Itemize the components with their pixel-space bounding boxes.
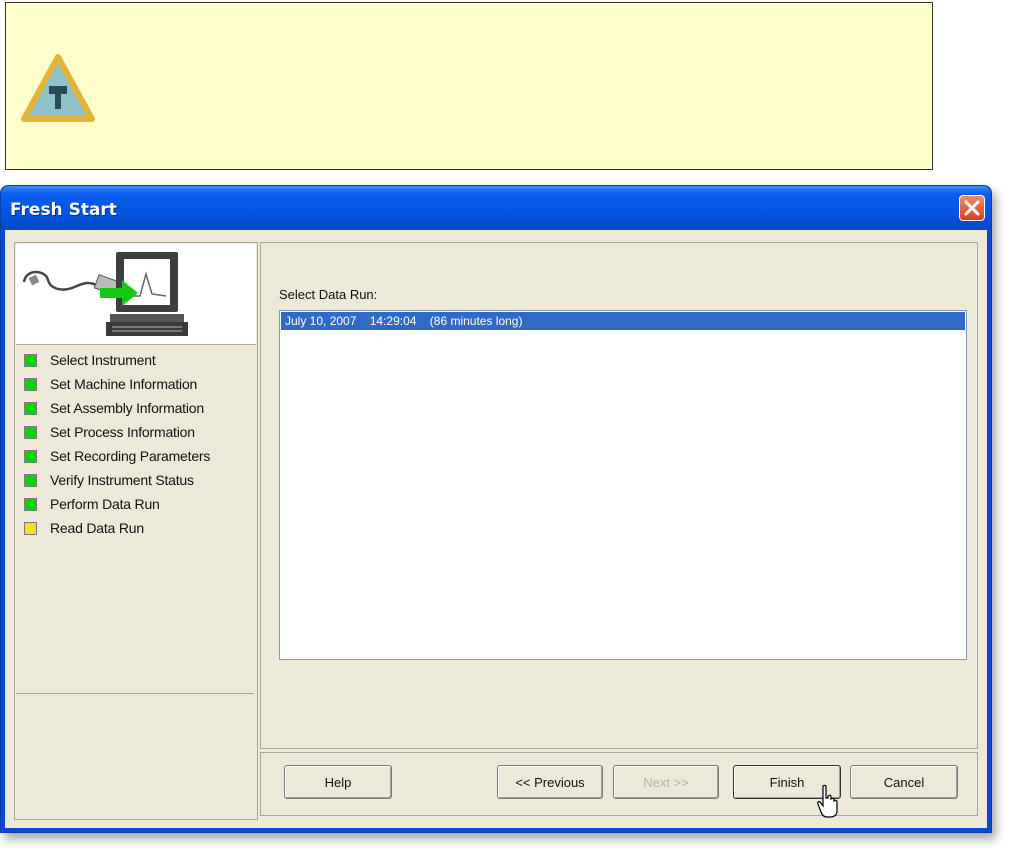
- step-label: Set Assembly Information: [50, 400, 204, 416]
- wizard-steps-panel: Select Instrument Set Machine Information…: [14, 242, 258, 820]
- step-label: Verify Instrument Status: [50, 472, 194, 488]
- dialog-body: Select Instrument Set Machine Information…: [0, 185, 990, 831]
- step-label: Select Instrument: [50, 352, 156, 368]
- wizard-step-list: Select Instrument Set Machine Information…: [16, 346, 256, 686]
- step-status-indicator: [24, 401, 37, 415]
- wizard-step: Perform Data Run: [24, 494, 160, 514]
- data-run-item[interactable]: July 10, 2007 14:29:04 (86 minutes long): [281, 312, 965, 330]
- tip-note: [5, 2, 933, 170]
- data-run-panel: Select Data Run: July 10, 2007 14:29:04 …: [260, 242, 978, 749]
- wizard-step: Select Instrument: [24, 350, 156, 370]
- step-label: Set Recording Parameters: [50, 448, 211, 464]
- step-status-indicator: [24, 353, 37, 367]
- wizard-step: Set Machine Information: [24, 374, 197, 394]
- step-status-indicator: [24, 377, 37, 391]
- step-status-indicator: [24, 521, 37, 535]
- step-status-indicator: [24, 497, 37, 511]
- select-data-run-label: Select Data Run:: [279, 287, 378, 302]
- instrument-to-computer-icon: [22, 252, 188, 336]
- wizard-step: Set Recording Parameters: [24, 446, 210, 466]
- step-label: Perform Data Run: [50, 496, 160, 512]
- wizard-step: Verify Instrument Status: [24, 470, 194, 490]
- step-description-box: [16, 693, 254, 818]
- step-label: Set Process Information: [50, 424, 195, 440]
- data-run-listbox[interactable]: July 10, 2007 14:29:04 (86 minutes long): [279, 310, 967, 660]
- hammer-tip-icon: [21, 54, 95, 122]
- step-label: Read Data Run: [50, 520, 144, 536]
- step-status-indicator: [24, 473, 37, 487]
- wizard-illustration: [16, 244, 256, 345]
- wizard-step: Set Assembly Information: [24, 398, 204, 418]
- step-status-indicator: [24, 449, 37, 463]
- wizard-step: Set Process Information: [24, 422, 195, 442]
- hand-pointer-cursor-icon: [817, 784, 838, 818]
- next-button[interactable]: Next >>: [613, 765, 719, 799]
- help-button[interactable]: Help: [284, 765, 392, 799]
- previous-button[interactable]: << Previous: [497, 765, 603, 799]
- step-label: Set Machine Information: [50, 376, 198, 392]
- cancel-button[interactable]: Cancel: [850, 765, 958, 799]
- button-bar: Help << Previous Next >> Finish Cancel: [260, 752, 978, 816]
- wizard-step: Read Data Run: [24, 518, 144, 538]
- step-status-indicator: [24, 425, 37, 439]
